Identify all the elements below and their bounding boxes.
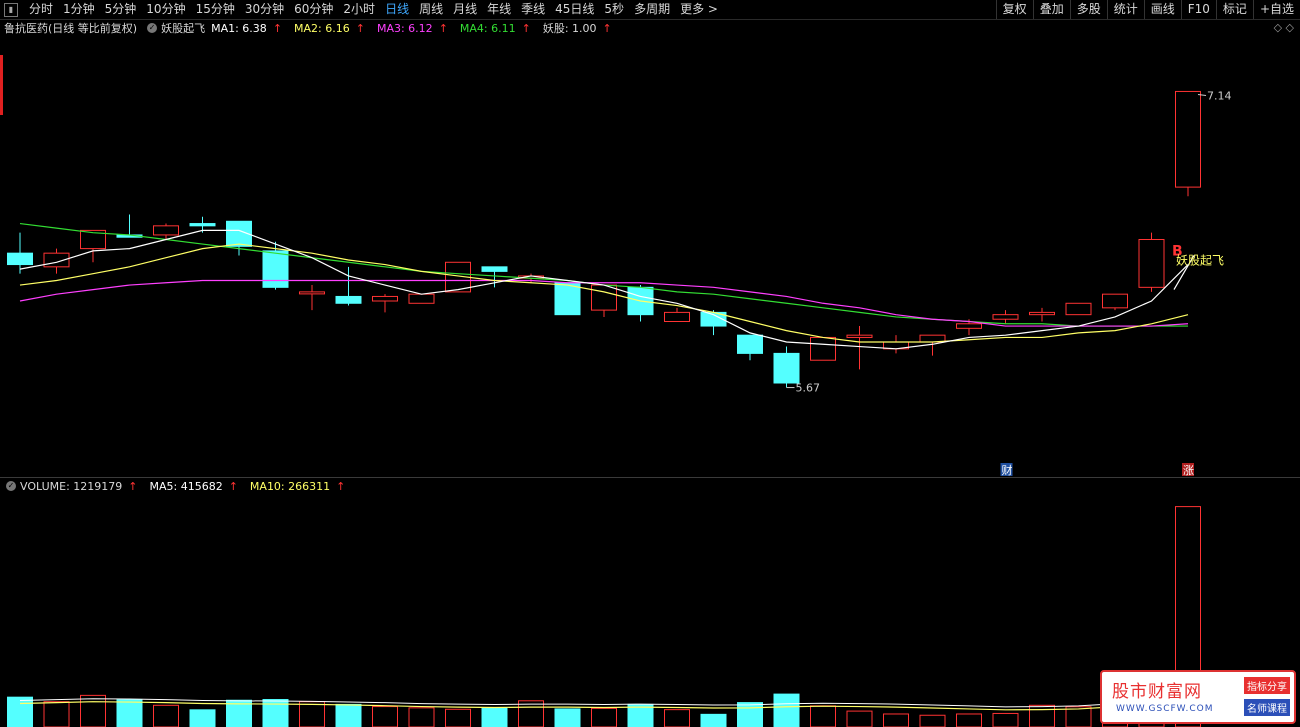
high-label: 7.14 — [1207, 89, 1232, 102]
volume-ma5-up-icon: ↑ — [228, 479, 238, 493]
volume-bar — [481, 707, 508, 727]
volume-bar — [591, 707, 617, 727]
annotations-layer: 7.145.67B妖股起飞财涨 — [786, 89, 1232, 477]
volume-value: VOLUME: 1219179 — [20, 479, 123, 493]
volume-ma5-line — [19, 675, 1189, 708]
watermark-tag-indicator: 指标分享 — [1244, 677, 1290, 694]
volume-bar — [116, 699, 143, 727]
volume-legend: ✓ VOLUME: 1219179 ↑ MA5: 415682 ↑ MA10: 26… — [0, 478, 357, 494]
site-watermark: 股市财富网 WWW.GSCFW.COM 指标分享 名师课程 — [1100, 670, 1296, 724]
candle-body — [846, 334, 873, 338]
candle-body — [189, 223, 216, 227]
candle-body — [1102, 293, 1128, 309]
volume-bar — [919, 714, 946, 727]
volume-bar — [335, 703, 362, 727]
watermark-tag-course: 名师课程 — [1244, 699, 1290, 716]
candles-layer — [7, 90, 1201, 388]
volume-bar — [956, 713, 982, 727]
candle-body — [481, 266, 508, 272]
signal-text: 妖股起飞 — [1176, 254, 1224, 268]
candle-body — [992, 314, 1019, 320]
candle-body — [299, 291, 325, 295]
volume-bar — [153, 704, 179, 727]
volume-bar — [737, 702, 763, 727]
candle-body — [591, 284, 617, 311]
candle-body — [335, 295, 362, 304]
candle-body — [737, 334, 763, 354]
volume-settings-icon[interactable]: ✓ — [6, 481, 16, 491]
candle-body — [153, 225, 179, 236]
candle-body — [773, 352, 800, 384]
candle-body — [408, 293, 435, 304]
volume-bar — [7, 696, 33, 727]
cai-badge: 财 — [1002, 463, 1013, 477]
candle-body — [664, 311, 690, 322]
volume-bar — [1029, 704, 1055, 727]
volume-bar — [189, 709, 216, 727]
volume-bar — [299, 701, 325, 727]
volume-bar — [992, 712, 1019, 727]
volume-bar — [43, 701, 70, 727]
candle-body — [372, 295, 398, 302]
volume-bar — [846, 710, 873, 727]
volume-ma10-value: MA10: 266311 — [249, 479, 331, 493]
volume-bar — [554, 708, 581, 727]
candle-body — [956, 323, 982, 329]
watermark-url: WWW.GSCFW.COM — [1116, 704, 1214, 714]
candle-body — [1029, 311, 1055, 316]
volume-ma5-value: MA5: 415682 — [149, 479, 223, 493]
volume-bar — [773, 693, 800, 727]
low-label: 5.67 — [796, 382, 821, 395]
candle-body — [1138, 239, 1165, 288]
volume-bars-layer — [7, 506, 1201, 727]
volume-bar — [664, 709, 690, 727]
volume-bar — [445, 708, 471, 727]
candle-body — [7, 252, 33, 266]
candle-body — [1175, 90, 1201, 188]
volume-ma10-line — [19, 678, 1189, 711]
volume-bar — [372, 706, 398, 727]
volume-bar — [80, 694, 106, 727]
candle-body — [810, 336, 836, 361]
zhang-badge: 涨 — [1183, 464, 1194, 477]
volume-bar — [518, 700, 544, 727]
volume-bar — [810, 705, 836, 727]
watermark-title: 股市财富网 — [1112, 682, 1202, 702]
candle-body — [262, 250, 289, 288]
volume-bar — [883, 713, 909, 727]
kline-chart[interactable]: 7.145.67B妖股起飞财涨 — [0, 0, 1300, 727]
volume-bar — [1065, 706, 1092, 727]
volume-bar — [700, 713, 727, 727]
candle-body — [1065, 302, 1092, 316]
volume-up-icon: ↑ — [128, 479, 138, 493]
volume-ma10-up-icon: ↑ — [336, 479, 346, 493]
volume-bar — [408, 707, 435, 727]
candle-body — [554, 282, 581, 316]
